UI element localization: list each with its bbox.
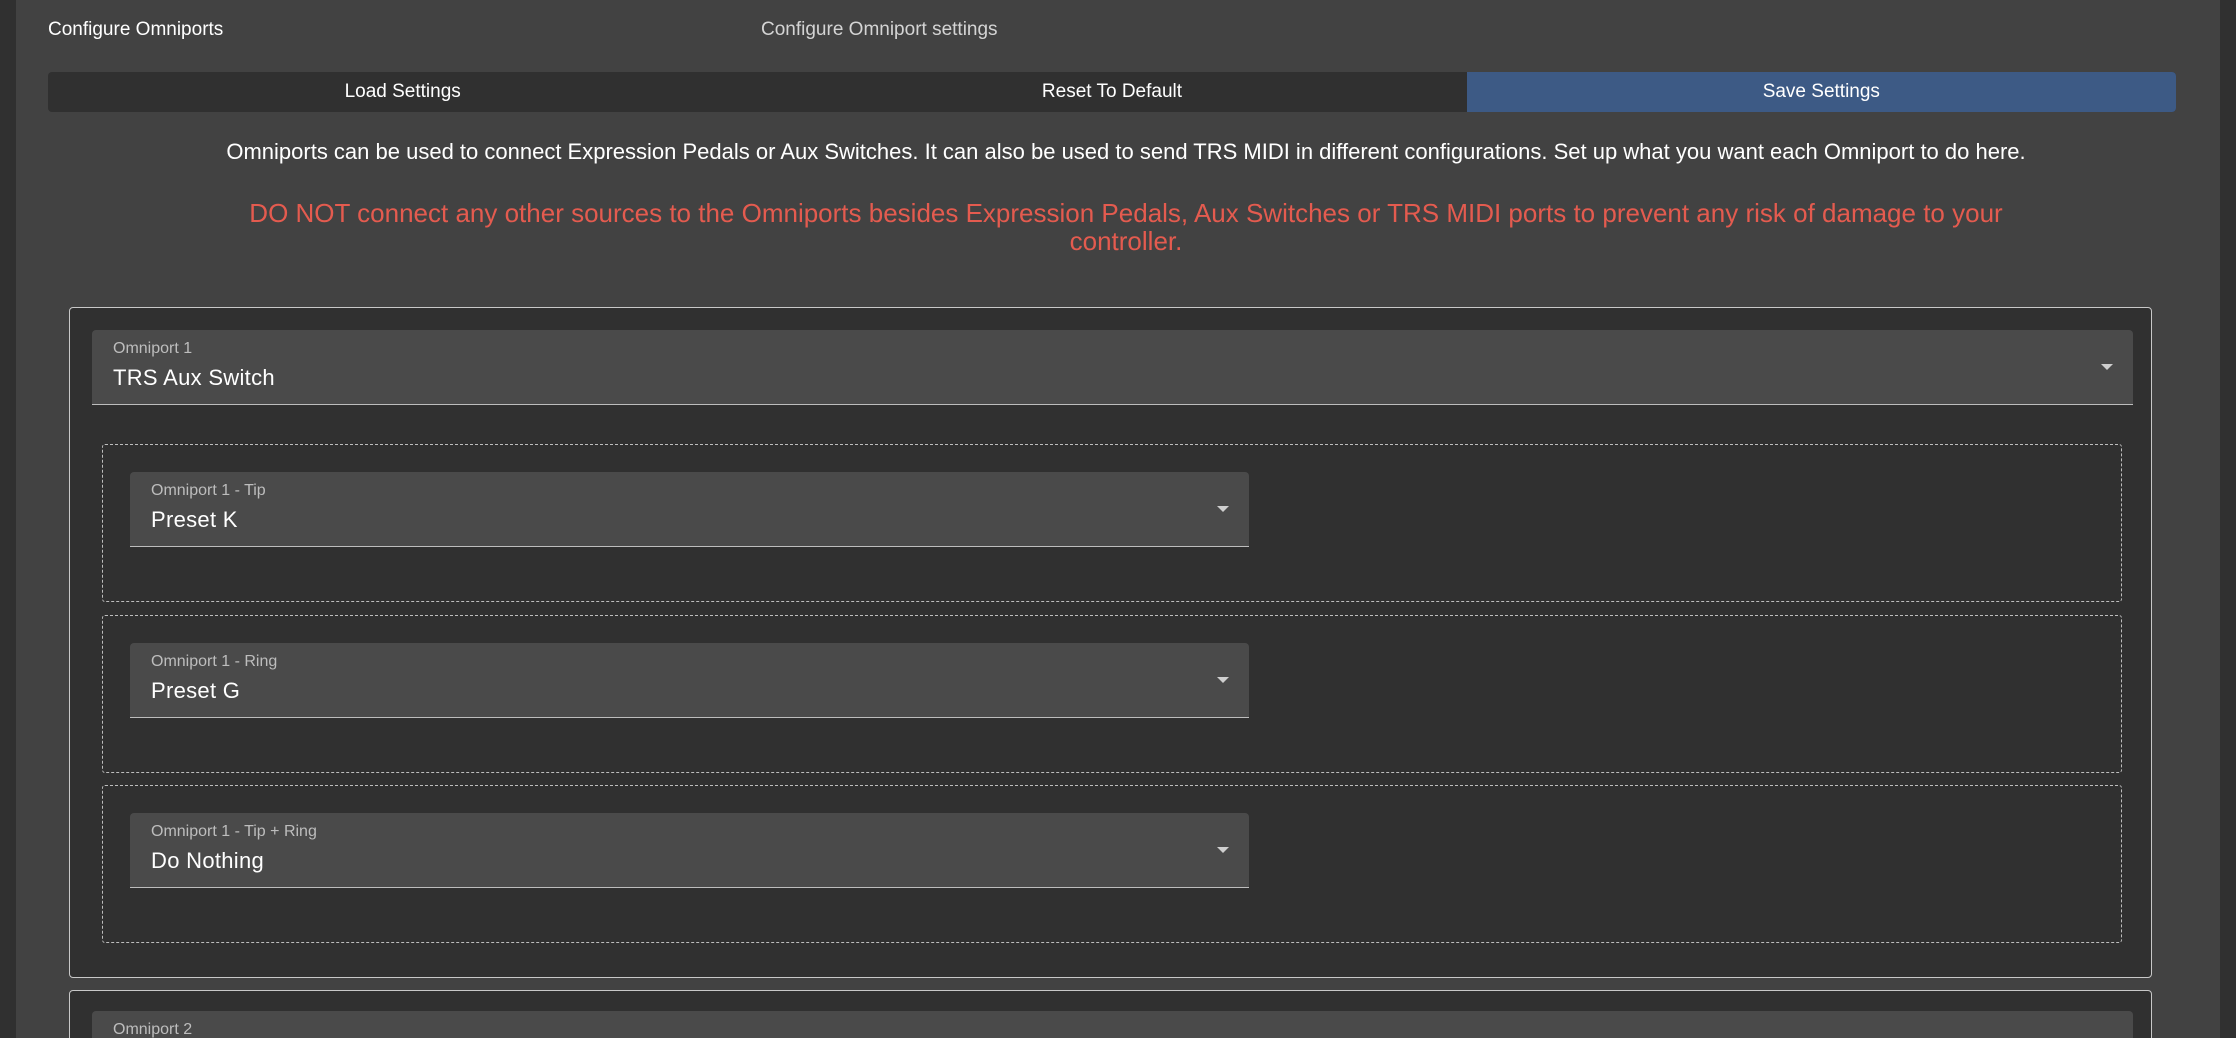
omniport-1-panel: Omniport 1 TRS Aux Switch Omniport 1 - T…	[69, 307, 2152, 978]
page-subtitle: Configure Omniport settings	[761, 19, 998, 40]
omniport-1-tip-value: Preset K	[151, 507, 238, 532]
omniport-2-panel: Omniport 2	[69, 990, 2152, 1038]
dropdown-arrow-icon	[1217, 847, 1229, 853]
omniport-1-select-label: Omniport 1	[113, 340, 193, 357]
page-title: Configure Omniports	[48, 19, 224, 40]
omniport-1-ring-label: Omniport 1 - Ring	[151, 653, 278, 670]
omniport-1-ring-group: Omniport 1 - Ring Preset G	[102, 615, 2122, 773]
info-text: Omniports can be used to connect Express…	[226, 139, 2026, 164]
omniport-1-select[interactable]: Omniport 1 TRS Aux Switch	[92, 330, 2133, 405]
action-bar: Load Settings Reset To Default Save Sett…	[48, 72, 2176, 112]
omniport-1-tip-select[interactable]: Omniport 1 - Tip Preset K	[130, 472, 1249, 547]
dropdown-arrow-icon	[1217, 677, 1229, 683]
omniport-2-select-label: Omniport 2	[113, 1021, 193, 1038]
save-settings-button[interactable]: Save Settings	[1466, 72, 2176, 112]
omniport-1-select-value: TRS Aux Switch	[113, 365, 275, 390]
omniport-1-tip-ring-select[interactable]: Omniport 1 - Tip + Ring Do Nothing	[130, 813, 1249, 888]
dropdown-arrow-icon	[1217, 506, 1229, 512]
dropdown-arrow-icon	[2101, 364, 2113, 370]
omniport-1-tip-ring-group: Omniport 1 - Tip + Ring Do Nothing	[102, 785, 2122, 943]
warning-text: DO NOT connect any other sources to the …	[249, 198, 2003, 256]
omniport-1-ring-value: Preset G	[151, 678, 241, 703]
omniport-1-tip-ring-label: Omniport 1 - Tip + Ring	[151, 823, 317, 840]
omniport-1-tip-ring-value: Do Nothing	[151, 848, 265, 873]
omniport-2-select[interactable]: Omniport 2	[92, 1011, 2133, 1038]
omniport-1-ring-select[interactable]: Omniport 1 - Ring Preset G	[130, 643, 1249, 718]
omniport-1-tip-group: Omniport 1 - Tip Preset K	[102, 444, 2122, 602]
load-settings-button[interactable]: Load Settings	[48, 72, 757, 112]
omniport-1-tip-label: Omniport 1 - Tip	[151, 482, 266, 499]
reset-to-default-button[interactable]: Reset To Default	[757, 72, 1466, 112]
configure-omniports-page: Configure Omniports Configure Omniport s…	[16, 0, 2220, 1038]
